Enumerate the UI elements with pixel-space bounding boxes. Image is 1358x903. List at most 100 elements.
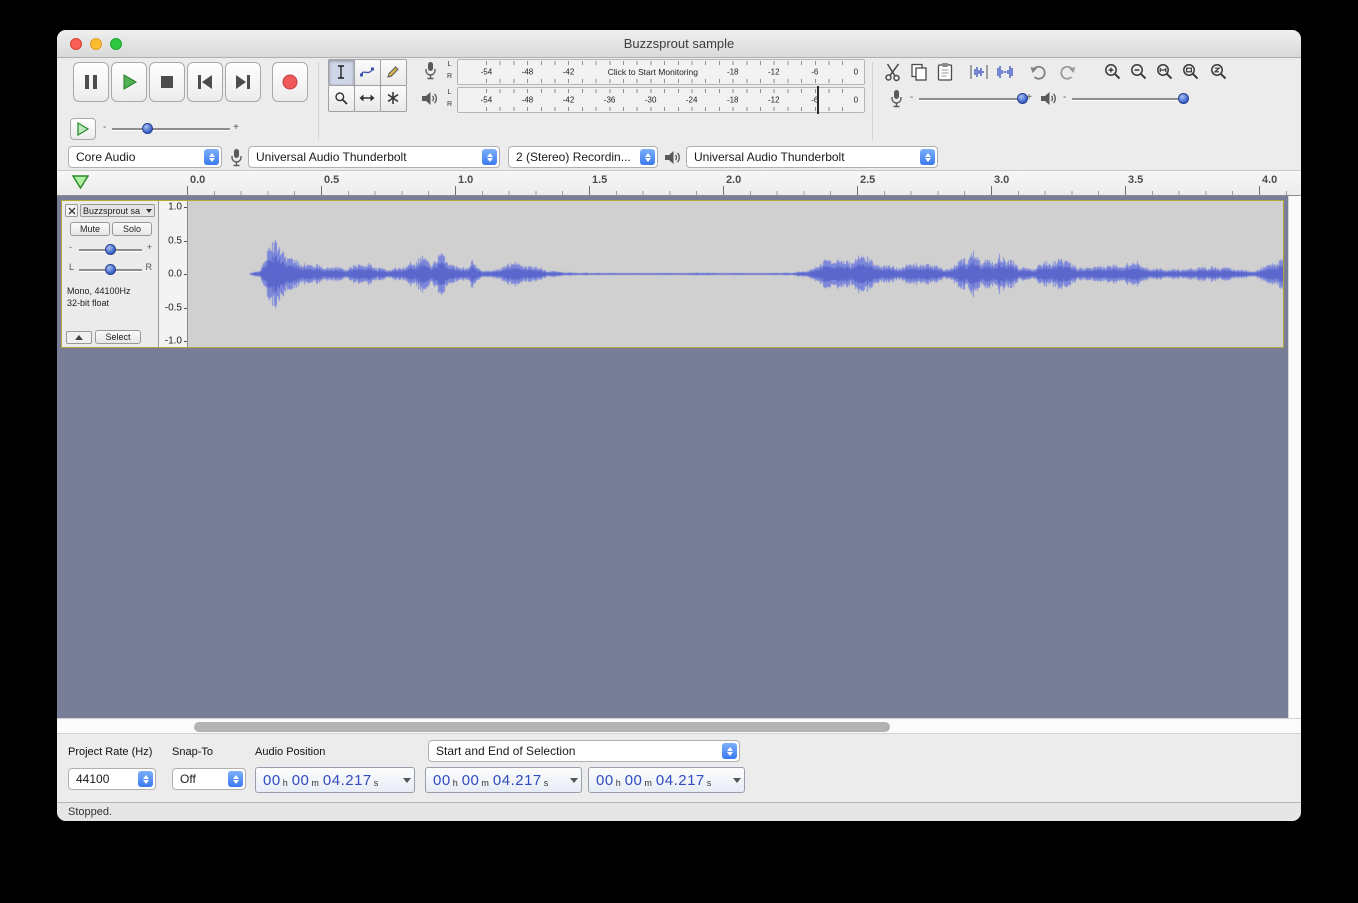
- recording-volume-thumb[interactable]: [1017, 93, 1028, 104]
- zoom-window-button[interactable]: [110, 38, 122, 50]
- audio-track[interactable]: Buzzsprout sa Mute Solo - + L: [61, 200, 1284, 348]
- track-control-panel[interactable]: Buzzsprout sa Mute Solo - + L: [62, 201, 159, 347]
- selection-range-mode-select[interactable]: Start and End of Selection: [428, 740, 740, 762]
- playback-device-select[interactable]: Universal Audio Thunderbolt: [686, 146, 938, 168]
- meter-scale-number: 0: [854, 96, 858, 105]
- zoom-out-button[interactable]: [1126, 59, 1151, 84]
- time-display-dropdown-arrow[interactable]: [570, 778, 578, 783]
- fit-project-button[interactable]: [1178, 59, 1203, 84]
- close-track-button[interactable]: [65, 204, 78, 217]
- tools-toolbar: [328, 59, 406, 111]
- cut-button[interactable]: [880, 59, 905, 84]
- waveform-canvas[interactable]: [188, 201, 1283, 347]
- gain-slider[interactable]: - +: [69, 241, 152, 259]
- collapse-track-button[interactable]: [66, 331, 92, 344]
- monitoring-hint[interactable]: Click to Start Monitoring: [608, 67, 698, 77]
- recording-device-select[interactable]: Universal Audio Thunderbolt: [248, 146, 500, 168]
- timeline-tick-label: 2.5: [860, 174, 875, 186]
- track-canvas-area[interactable]: Buzzsprout sa Mute Solo - + L: [57, 196, 1301, 718]
- select-stepper[interactable]: [920, 149, 935, 165]
- skip-to-end-button[interactable]: [225, 62, 261, 102]
- play-speed-slider[interactable]: - +: [103, 118, 239, 140]
- silence-audio-button[interactable]: [992, 59, 1017, 84]
- draw-tool-button[interactable]: [380, 59, 407, 86]
- timeline-tick: [321, 186, 322, 195]
- close-window-button[interactable]: [70, 38, 82, 50]
- timeline-ruler[interactable]: 0.00.51.01.52.02.53.03.54.0: [57, 170, 1301, 196]
- minimize-window-button[interactable]: [90, 38, 102, 50]
- time-display[interactable]: 00h00m04.217s: [588, 767, 745, 793]
- timeline-scale[interactable]: 0.00.51.01.52.02.53.03.54.0: [187, 171, 1287, 195]
- time-minutes: 00: [292, 772, 310, 789]
- multi-tool-button[interactable]: [380, 85, 407, 112]
- waveform-area[interactable]: [188, 201, 1283, 347]
- pause-button[interactable]: [73, 62, 109, 102]
- pan-slider[interactable]: L R: [69, 261, 152, 279]
- undo-button[interactable]: [1026, 59, 1051, 84]
- track-name-menu[interactable]: Buzzsprout sa: [80, 204, 155, 217]
- pinned-play-head-icon[interactable]: [72, 175, 89, 195]
- vertical-ruler-tick: [184, 241, 187, 242]
- meter-ticks: [486, 107, 855, 111]
- input-device-mic-icon: [230, 148, 243, 172]
- mute-button[interactable]: Mute: [70, 222, 110, 236]
- select-stepper[interactable]: [640, 149, 655, 165]
- envelope-tool-button[interactable]: [354, 59, 381, 86]
- recording-volume-slider[interactable]: - +: [910, 88, 1032, 110]
- time-unit: h: [453, 778, 458, 788]
- audio-host-select[interactable]: Core Audio: [68, 146, 222, 168]
- vertical-scrollbar[interactable]: [1288, 196, 1301, 718]
- output-device-speaker-icon: [664, 150, 682, 170]
- time-display-dropdown-arrow[interactable]: [403, 778, 411, 783]
- play-speed-thumb[interactable]: [142, 123, 153, 134]
- select-stepper[interactable]: [228, 771, 243, 787]
- status-bar: Stopped.: [57, 802, 1301, 821]
- record-button[interactable]: [272, 62, 308, 102]
- paste-button[interactable]: [932, 59, 957, 84]
- audio-host-value: Core Audio: [76, 150, 135, 164]
- title-bar[interactable]: Buzzsprout sample: [57, 30, 1301, 58]
- copy-button[interactable]: [906, 59, 931, 84]
- play-button[interactable]: [111, 62, 147, 102]
- time-display-dropdown-arrow[interactable]: [733, 778, 741, 783]
- meter-scale-number: -24: [686, 96, 698, 105]
- silence-audio-icon: [995, 62, 1015, 82]
- meter-scale-number: -54: [481, 68, 493, 77]
- playback-meter[interactable]: -54-48-42-36-30-24-18-12-60: [457, 87, 865, 113]
- horizontal-scrollbar[interactable]: [57, 718, 1301, 734]
- pan-thumb[interactable]: [105, 264, 116, 275]
- stop-button[interactable]: [149, 62, 185, 102]
- select-track-button[interactable]: Select: [95, 330, 141, 344]
- zoom-tool-button[interactable]: [328, 85, 355, 112]
- project-rate-select[interactable]: 44100: [68, 768, 156, 790]
- recording-channels-select[interactable]: 2 (Stereo) Recordin...: [508, 146, 658, 168]
- time-shift-tool-button[interactable]: [354, 85, 381, 112]
- select-stepper[interactable]: [482, 149, 497, 165]
- redo-button[interactable]: [1054, 59, 1079, 84]
- snap-to-select[interactable]: Off: [172, 768, 246, 790]
- playback-volume-slider[interactable]: - +: [1063, 88, 1187, 110]
- play-at-speed-button[interactable]: [70, 118, 96, 140]
- gain-thumb[interactable]: [105, 244, 116, 255]
- time-display[interactable]: 00h00m04.217s: [425, 767, 582, 793]
- select-stepper[interactable]: [722, 743, 737, 759]
- zoom-in-button[interactable]: [1100, 59, 1125, 84]
- playback-volume-thumb[interactable]: [1178, 93, 1189, 104]
- recording-meter[interactable]: -54-48-42-18-12-60 Click to Start Monito…: [457, 59, 865, 85]
- horizontal-scrollbar-thumb[interactable]: [194, 722, 891, 732]
- zoom-toggle-button[interactable]: [1206, 59, 1231, 84]
- select-stepper[interactable]: [204, 149, 219, 165]
- skip-to-start-button[interactable]: [187, 62, 223, 102]
- time-display[interactable]: 00h00m04.217s: [255, 767, 415, 793]
- time-unit: m: [481, 778, 489, 788]
- trim-audio-button[interactable]: [966, 59, 991, 84]
- selection-tool-button[interactable]: [328, 59, 355, 86]
- timeline-tick: [723, 186, 724, 195]
- select-stepper[interactable]: [138, 771, 153, 787]
- vertical-ruler[interactable]: 1.00.50.0-0.5-1.0: [159, 201, 188, 347]
- fit-selection-icon: [1155, 62, 1175, 82]
- solo-button[interactable]: Solo: [112, 222, 152, 236]
- close-icon: [68, 207, 76, 215]
- fit-selection-button[interactable]: [1152, 59, 1177, 84]
- zoom-in-icon: [1103, 62, 1123, 82]
